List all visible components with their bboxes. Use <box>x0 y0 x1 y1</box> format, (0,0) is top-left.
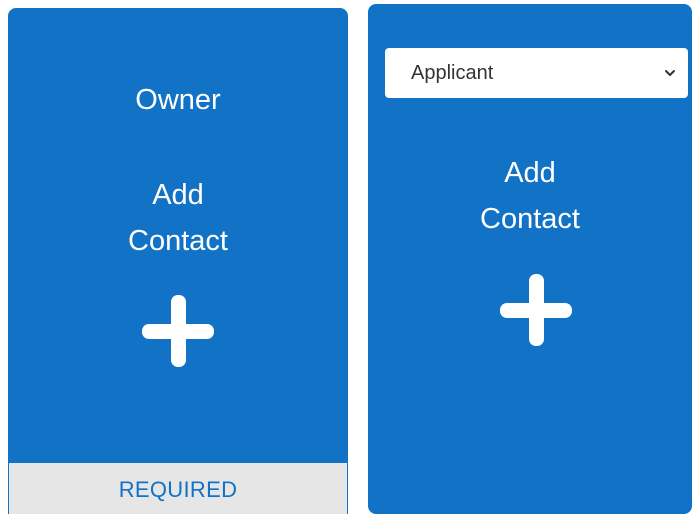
required-label: REQUIRED <box>118 477 238 502</box>
contact-cards-area: Owner Add Contact REQUIRED Applicant Add… <box>0 0 694 514</box>
plus-icon <box>142 295 214 367</box>
add-contact-label-line2: Contact <box>128 225 228 257</box>
add-contact-label-line2: Contact <box>480 203 580 235</box>
required-badge: REQUIRED <box>8 463 348 514</box>
owner-contact-card[interactable]: Owner Add Contact REQUIRED <box>8 8 348 514</box>
chevron-down-icon <box>665 70 675 76</box>
applicant-contact-card[interactable]: Applicant Add Contact <box>368 4 692 514</box>
owner-role-label: Owner <box>135 84 221 116</box>
plus-icon <box>500 274 572 346</box>
contact-role-select-value: Applicant <box>411 62 494 84</box>
contact-role-select[interactable]: Applicant <box>385 48 688 98</box>
add-contact-label-line1: Add <box>504 157 556 189</box>
add-contact-label-line1: Add <box>152 179 204 211</box>
